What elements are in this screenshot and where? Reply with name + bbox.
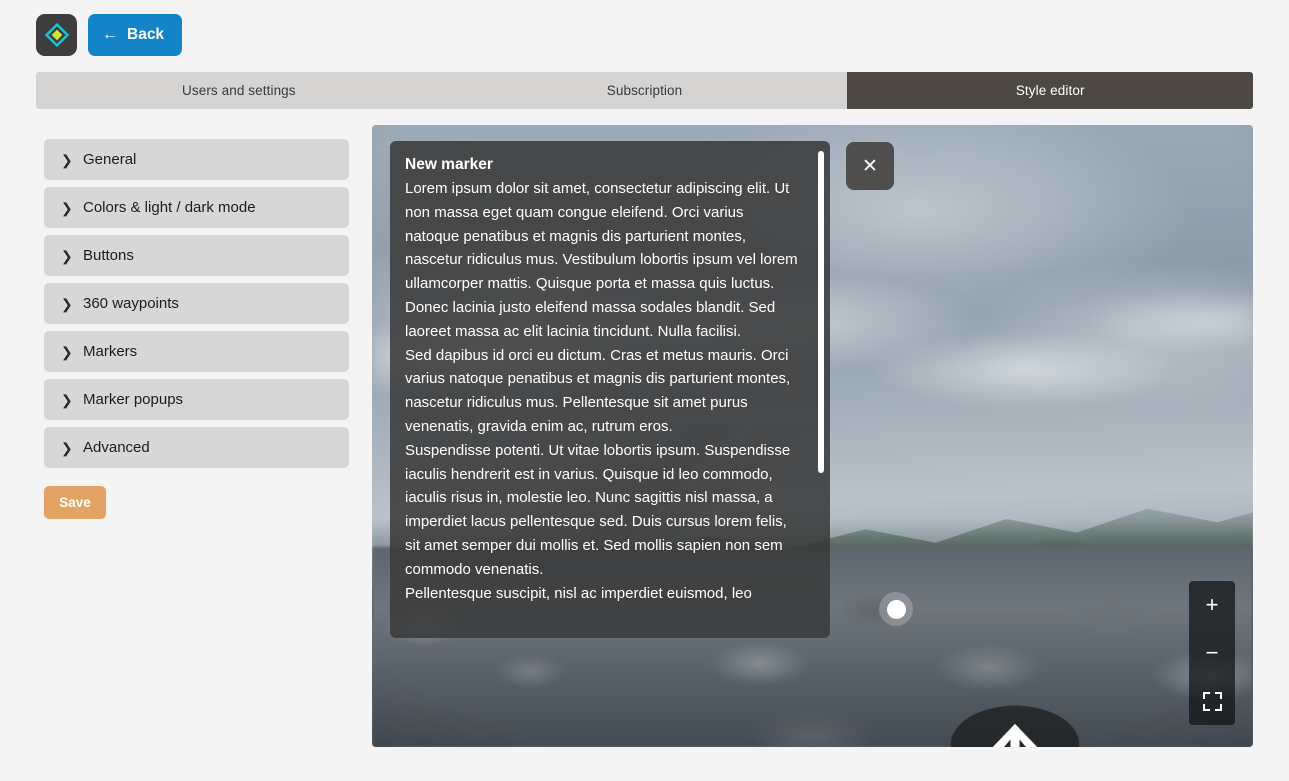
close-popup-button[interactable]: ✕ <box>846 142 894 190</box>
tab-style-editor[interactable]: Style editor <box>847 72 1253 109</box>
sidebar-item-colors-light-dark-mode[interactable]: ❯ Colors & light / dark mode <box>44 187 349 228</box>
tab-subscription[interactable]: Subscription <box>442 72 848 109</box>
marker-popup-paragraph: Sed dapibus id orci eu dictum. Cras et m… <box>405 344 800 439</box>
style-editor-sidebar: ❯ General ❯ Colors & light / dark mode ❯… <box>44 139 349 519</box>
back-arrow-icon: ← <box>102 27 118 43</box>
tab-label: Style editor <box>1016 83 1085 98</box>
scrollbar-thumb[interactable] <box>818 151 824 473</box>
app-logo[interactable] <box>36 14 77 56</box>
back-button[interactable]: ← Back <box>88 14 182 56</box>
tab-label: Subscription <box>607 83 683 98</box>
chevron-right-icon: ❯ <box>61 249 70 263</box>
marker-popup: New marker Lorem ipsum dolor sit amet, c… <box>390 141 830 638</box>
viewer-controls: + − <box>1189 581 1235 725</box>
chevron-right-icon: ❯ <box>61 441 70 455</box>
marker-popup-paragraph: Lorem ipsum dolor sit amet, consectetur … <box>405 177 800 344</box>
marker-popup-paragraph: Pellentesque suscipit, nisl ac imperdiet… <box>405 582 800 606</box>
arrow-up-icon <box>985 718 1045 747</box>
marker-popup-title: New marker <box>405 156 800 174</box>
sidebar-item-label: Buttons <box>83 247 134 264</box>
marker-popup-paragraph: Suspendisse potenti. Ut vitae lobortis i… <box>405 439 800 582</box>
fullscreen-button[interactable] <box>1189 677 1235 725</box>
back-button-label: Back <box>127 26 164 44</box>
close-icon: ✕ <box>862 155 878 178</box>
marker-popup-content: New marker Lorem ipsum dolor sit amet, c… <box>390 141 830 605</box>
sidebar-item-markers[interactable]: ❯ Markers <box>44 331 349 372</box>
sidebar-item-advanced[interactable]: ❯ Advanced <box>44 427 349 468</box>
sidebar-item-buttons[interactable]: ❯ Buttons <box>44 235 349 276</box>
sidebar-item-marker-popups[interactable]: ❯ Marker popups <box>44 379 349 420</box>
sidebar-item-general[interactable]: ❯ General <box>44 139 349 180</box>
zoom-out-button[interactable]: − <box>1189 629 1235 677</box>
sidebar-item-360-waypoints[interactable]: ❯ 360 waypoints <box>44 283 349 324</box>
marker-popup-scrollbar[interactable] <box>818 151 824 628</box>
chevron-right-icon: ❯ <box>61 201 70 215</box>
panorama-viewer[interactable]: New marker Lorem ipsum dolor sit amet, c… <box>372 125 1253 747</box>
zoom-in-button[interactable]: + <box>1189 581 1235 629</box>
diamond-logo-icon <box>44 22 70 48</box>
top-bar: ← Back <box>36 14 182 56</box>
tab-users-and-settings[interactable]: Users and settings <box>36 72 442 109</box>
sidebar-item-label: Advanced <box>83 439 150 456</box>
save-button[interactable]: Save <box>44 486 106 519</box>
chevron-right-icon: ❯ <box>61 153 70 167</box>
sidebar-item-label: Colors & light / dark mode <box>83 199 256 216</box>
sidebar-item-label: Marker popups <box>83 391 183 408</box>
chevron-right-icon: ❯ <box>61 345 70 359</box>
marker-popup-body: Lorem ipsum dolor sit amet, consectetur … <box>405 177 800 605</box>
tab-label: Users and settings <box>182 83 296 98</box>
waypoint-marker[interactable] <box>879 592 913 626</box>
fullscreen-icon <box>1203 692 1222 711</box>
sidebar-item-label: 360 waypoints <box>83 295 179 312</box>
sidebar-item-label: Markers <box>83 343 137 360</box>
tab-bar: Users and settings Subscription Style ed… <box>36 72 1253 109</box>
chevron-right-icon: ❯ <box>61 393 70 407</box>
sidebar-item-label: General <box>83 151 136 168</box>
chevron-right-icon: ❯ <box>61 297 70 311</box>
